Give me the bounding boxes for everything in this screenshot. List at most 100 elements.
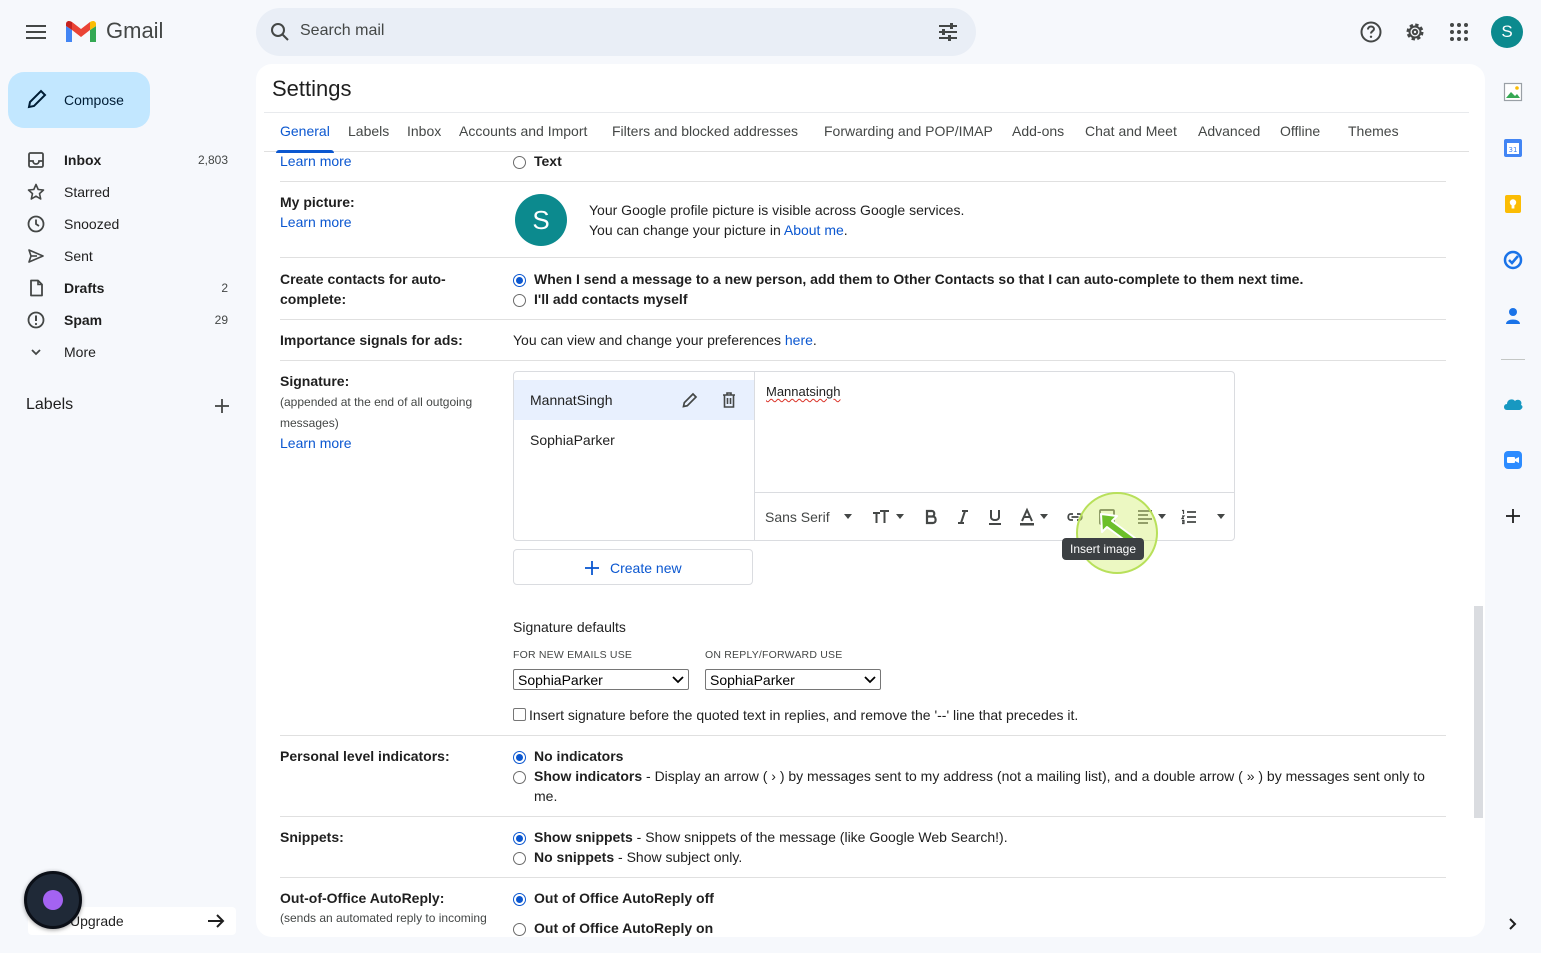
nav-item-sent[interactable]: Sent: [0, 240, 244, 272]
nav-item-snoozed[interactable]: Snoozed: [0, 208, 244, 240]
get-add-ons-button[interactable]: [1501, 504, 1525, 528]
reply-forward-signature-select[interactable]: SophiaParker: [705, 669, 881, 690]
radio-no-indicators[interactable]: [513, 751, 526, 764]
new-emails-signature-select[interactable]: SophiaParker: [513, 669, 689, 690]
show-snippets-bold: Show snippets: [534, 829, 633, 845]
learn-more-link[interactable]: Learn more: [280, 153, 352, 169]
show-snippets-desc: - Show snippets of the message (like Goo…: [632, 829, 1008, 845]
signature-item-selected[interactable]: MannatSingh: [514, 380, 754, 420]
apps-button[interactable]: [1439, 12, 1479, 52]
settings-tabs: General Labels Inbox Accounts and Import…: [264, 112, 1469, 153]
radio-no-snippets[interactable]: [513, 852, 526, 865]
signature-item[interactable]: SophiaParker: [514, 420, 754, 460]
tab-chat-and-meet[interactable]: Chat and Meet: [1085, 123, 1177, 139]
side-panel-keep-button[interactable]: [1501, 192, 1525, 216]
tab-offline[interactable]: Offline: [1280, 123, 1320, 139]
settings-scrollbar[interactable]: [1474, 606, 1483, 818]
side-panel-salesforce-button[interactable]: [1501, 392, 1525, 416]
nav-item-spam[interactable]: Spam 29: [0, 304, 244, 336]
account-avatar[interactable]: S: [1491, 16, 1523, 48]
insert-before-quoted-checkbox[interactable]: [513, 708, 526, 721]
caret-down-icon[interactable]: [895, 513, 905, 521]
tab-add-ons[interactable]: Add-ons: [1012, 123, 1064, 139]
nav-item-starred[interactable]: Starred: [0, 176, 244, 208]
nav-item-drafts[interactable]: Drafts 2: [0, 272, 244, 304]
no-snippets-label: No snippets - Show subject only.: [534, 849, 742, 865]
upgrade-label: Upgrade: [70, 913, 124, 929]
tab-general[interactable]: General: [280, 123, 330, 139]
bold-icon[interactable]: [921, 507, 941, 527]
search-icon[interactable]: [268, 20, 292, 44]
autoreply-label: Out-of-Office AutoReply:: [280, 890, 445, 906]
side-panel-image-button[interactable]: [1501, 80, 1525, 104]
radio-show-snippets[interactable]: [513, 832, 526, 845]
help-icon: [1360, 21, 1382, 43]
divider: [280, 877, 1446, 878]
signature-editor-text[interactable]: Mannatsingh: [766, 384, 840, 399]
search-bar[interactable]: Search mail: [256, 8, 976, 56]
preferences-here-link[interactable]: here: [785, 332, 813, 348]
numbered-list-icon[interactable]: [1179, 507, 1199, 527]
settings-button[interactable]: [1395, 12, 1435, 52]
profile-picture[interactable]: S: [515, 194, 567, 246]
help-button[interactable]: [1351, 12, 1391, 52]
caret-down-icon[interactable]: [843, 513, 853, 521]
page-title: Settings: [272, 76, 352, 101]
send-icon: [28, 249, 44, 263]
more-formatting-caret-icon[interactable]: [1216, 513, 1226, 521]
radio-manual-contacts[interactable]: [513, 294, 526, 307]
nav-label: Drafts: [64, 280, 105, 296]
tab-filters[interactable]: Filters and blocked addresses: [612, 123, 798, 139]
trash-icon[interactable]: [719, 390, 739, 410]
tab-labels[interactable]: Labels: [348, 123, 389, 139]
search-input[interactable]: Search mail: [300, 22, 384, 40]
italic-icon[interactable]: [953, 507, 973, 527]
radio-autoreply-off[interactable]: [513, 893, 526, 906]
hamburger-icon: [26, 25, 46, 39]
radio-autoreply-on[interactable]: [513, 923, 526, 936]
nav-item-inbox[interactable]: Inbox 2,803: [0, 144, 244, 176]
caret-down-icon[interactable]: [1157, 513, 1167, 521]
divider: [280, 257, 1446, 258]
signature-sub-line1: (appended at the end of all outgoing: [280, 395, 473, 409]
picture-change-prefix: You can change your picture in: [589, 222, 784, 238]
radio-show-indicators[interactable]: [513, 771, 526, 784]
tab-themes[interactable]: Themes: [1348, 123, 1399, 139]
personal-level-label: Personal level indicators:: [280, 748, 450, 764]
chevron-down-icon: [31, 349, 41, 356]
font-family-select[interactable]: Sans Serif: [765, 509, 830, 525]
signature-label: Signature:: [280, 373, 350, 389]
main-menu-button[interactable]: [16, 12, 56, 52]
picture-change-suffix: .: [843, 222, 848, 238]
radio-text-option[interactable]: [513, 156, 526, 169]
picture-change-text: You can change your picture in About me.: [589, 222, 848, 238]
search-options-icon[interactable]: [936, 20, 960, 44]
tab-inbox[interactable]: Inbox: [407, 123, 441, 139]
underline-icon[interactable]: [985, 507, 1005, 527]
arrow-right-icon: [208, 914, 225, 928]
learn-more-link[interactable]: Learn more: [280, 214, 352, 230]
expand-side-panel-button[interactable]: [1501, 912, 1525, 936]
text-size-icon[interactable]: [871, 507, 891, 527]
side-panel-calendar-button[interactable]: 31: [1501, 136, 1525, 160]
tab-accounts-and-import[interactable]: Accounts and Import: [459, 123, 587, 139]
side-panel-zoom-button[interactable]: [1501, 448, 1525, 472]
nav-item-more[interactable]: More: [0, 336, 244, 368]
caret-down-icon[interactable]: [1039, 513, 1049, 521]
side-panel-tasks-button[interactable]: [1501, 248, 1525, 272]
side-panel-contacts-button[interactable]: [1501, 304, 1525, 328]
tab-forwarding[interactable]: Forwarding and POP/IMAP: [824, 123, 993, 139]
radio-auto-add-contacts[interactable]: [513, 274, 526, 287]
nav-count: 2: [221, 281, 228, 295]
settings-panel: Settings General Labels Inbox Accounts a…: [256, 64, 1485, 937]
create-new-signature-button[interactable]: Create new: [513, 549, 753, 585]
about-me-link[interactable]: About me: [784, 222, 844, 238]
text-color-icon[interactable]: [1017, 507, 1037, 527]
pencil-icon[interactable]: [680, 390, 700, 410]
gmail-logo[interactable]: Gmail: [64, 18, 163, 44]
compose-button[interactable]: Compose: [8, 72, 150, 128]
learn-more-link[interactable]: Learn more: [280, 435, 352, 451]
tab-advanced[interactable]: Advanced: [1198, 123, 1260, 139]
create-label-button[interactable]: [212, 396, 232, 416]
assistant-floating-button[interactable]: [24, 871, 82, 929]
